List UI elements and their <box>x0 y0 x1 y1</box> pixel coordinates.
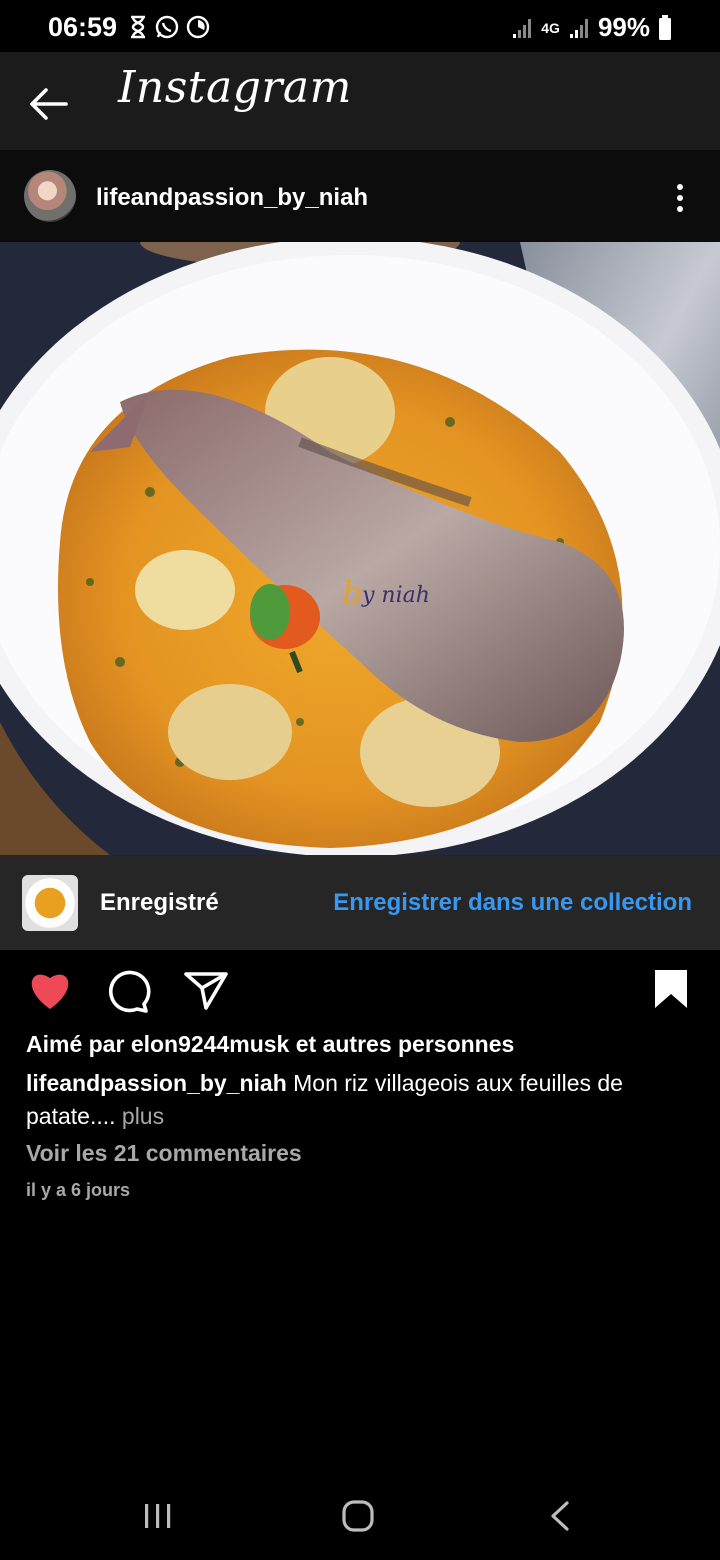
battery-icon <box>659 14 671 40</box>
app-title: Instagram <box>118 62 352 113</box>
bookmark-button[interactable] <box>652 968 690 1012</box>
signal-icon <box>513 18 532 38</box>
food-photo: b y niah <box>0 242 720 855</box>
status-time: 06:59 <box>48 12 118 42</box>
like-button[interactable] <box>26 968 74 1012</box>
caption-more-link[interactable]: plus <box>116 1103 164 1129</box>
back-button[interactable] <box>24 82 72 126</box>
comment-button[interactable] <box>104 968 152 1014</box>
home-button[interactable] <box>340 1498 376 1534</box>
post-caption: lifeandpassion_by_niah Mon riz villageoi… <box>26 1067 686 1133</box>
send-icon <box>184 972 228 1010</box>
avatar[interactable] <box>24 170 76 222</box>
status-right-icons: 4G 99% <box>511 12 672 43</box>
saved-thumbnail <box>22 875 78 931</box>
network-type: 4G <box>541 19 560 36</box>
status-left-icons <box>128 14 210 40</box>
arrow-left-icon <box>30 88 68 120</box>
post-timestamp: il y a 6 jours <box>26 1180 131 1200</box>
saved-label: Enregistré <box>100 889 219 916</box>
app-bar <box>0 52 720 150</box>
whatsapp-icon <box>155 15 179 39</box>
post-image[interactable]: b y niah <box>0 242 720 855</box>
signal-icon <box>569 18 588 38</box>
comment-icon <box>109 970 151 1013</box>
image-watermark: y niah <box>361 583 430 608</box>
liked-by-text[interactable]: Aimé par elon9244musk et autres personne… <box>26 1031 514 1058</box>
bookmark-icon <box>655 970 687 1008</box>
view-comments-link[interactable]: Voir les 21 commentaires <box>26 1140 302 1167</box>
home-icon <box>342 1500 374 1532</box>
system-back-button[interactable] <box>548 1498 572 1534</box>
chevron-left-icon <box>551 1501 569 1531</box>
share-button[interactable] <box>182 968 230 1012</box>
data-saver-icon <box>186 15 210 39</box>
image-watermark-b: b <box>342 574 362 612</box>
recents-icon <box>145 1504 171 1528</box>
save-to-collection-link[interactable]: Enregistrer dans une collection <box>333 889 692 917</box>
caption-username[interactable]: lifeandpassion_by_niah <box>26 1070 287 1096</box>
hourglass-icon <box>131 15 145 39</box>
heart-icon <box>31 974 69 1009</box>
post-username[interactable]: lifeandpassion_by_niah <box>96 184 368 212</box>
more-options-button[interactable] <box>666 178 694 218</box>
recent-apps-button[interactable] <box>142 1500 174 1532</box>
battery-percent: 99% <box>597 12 650 42</box>
